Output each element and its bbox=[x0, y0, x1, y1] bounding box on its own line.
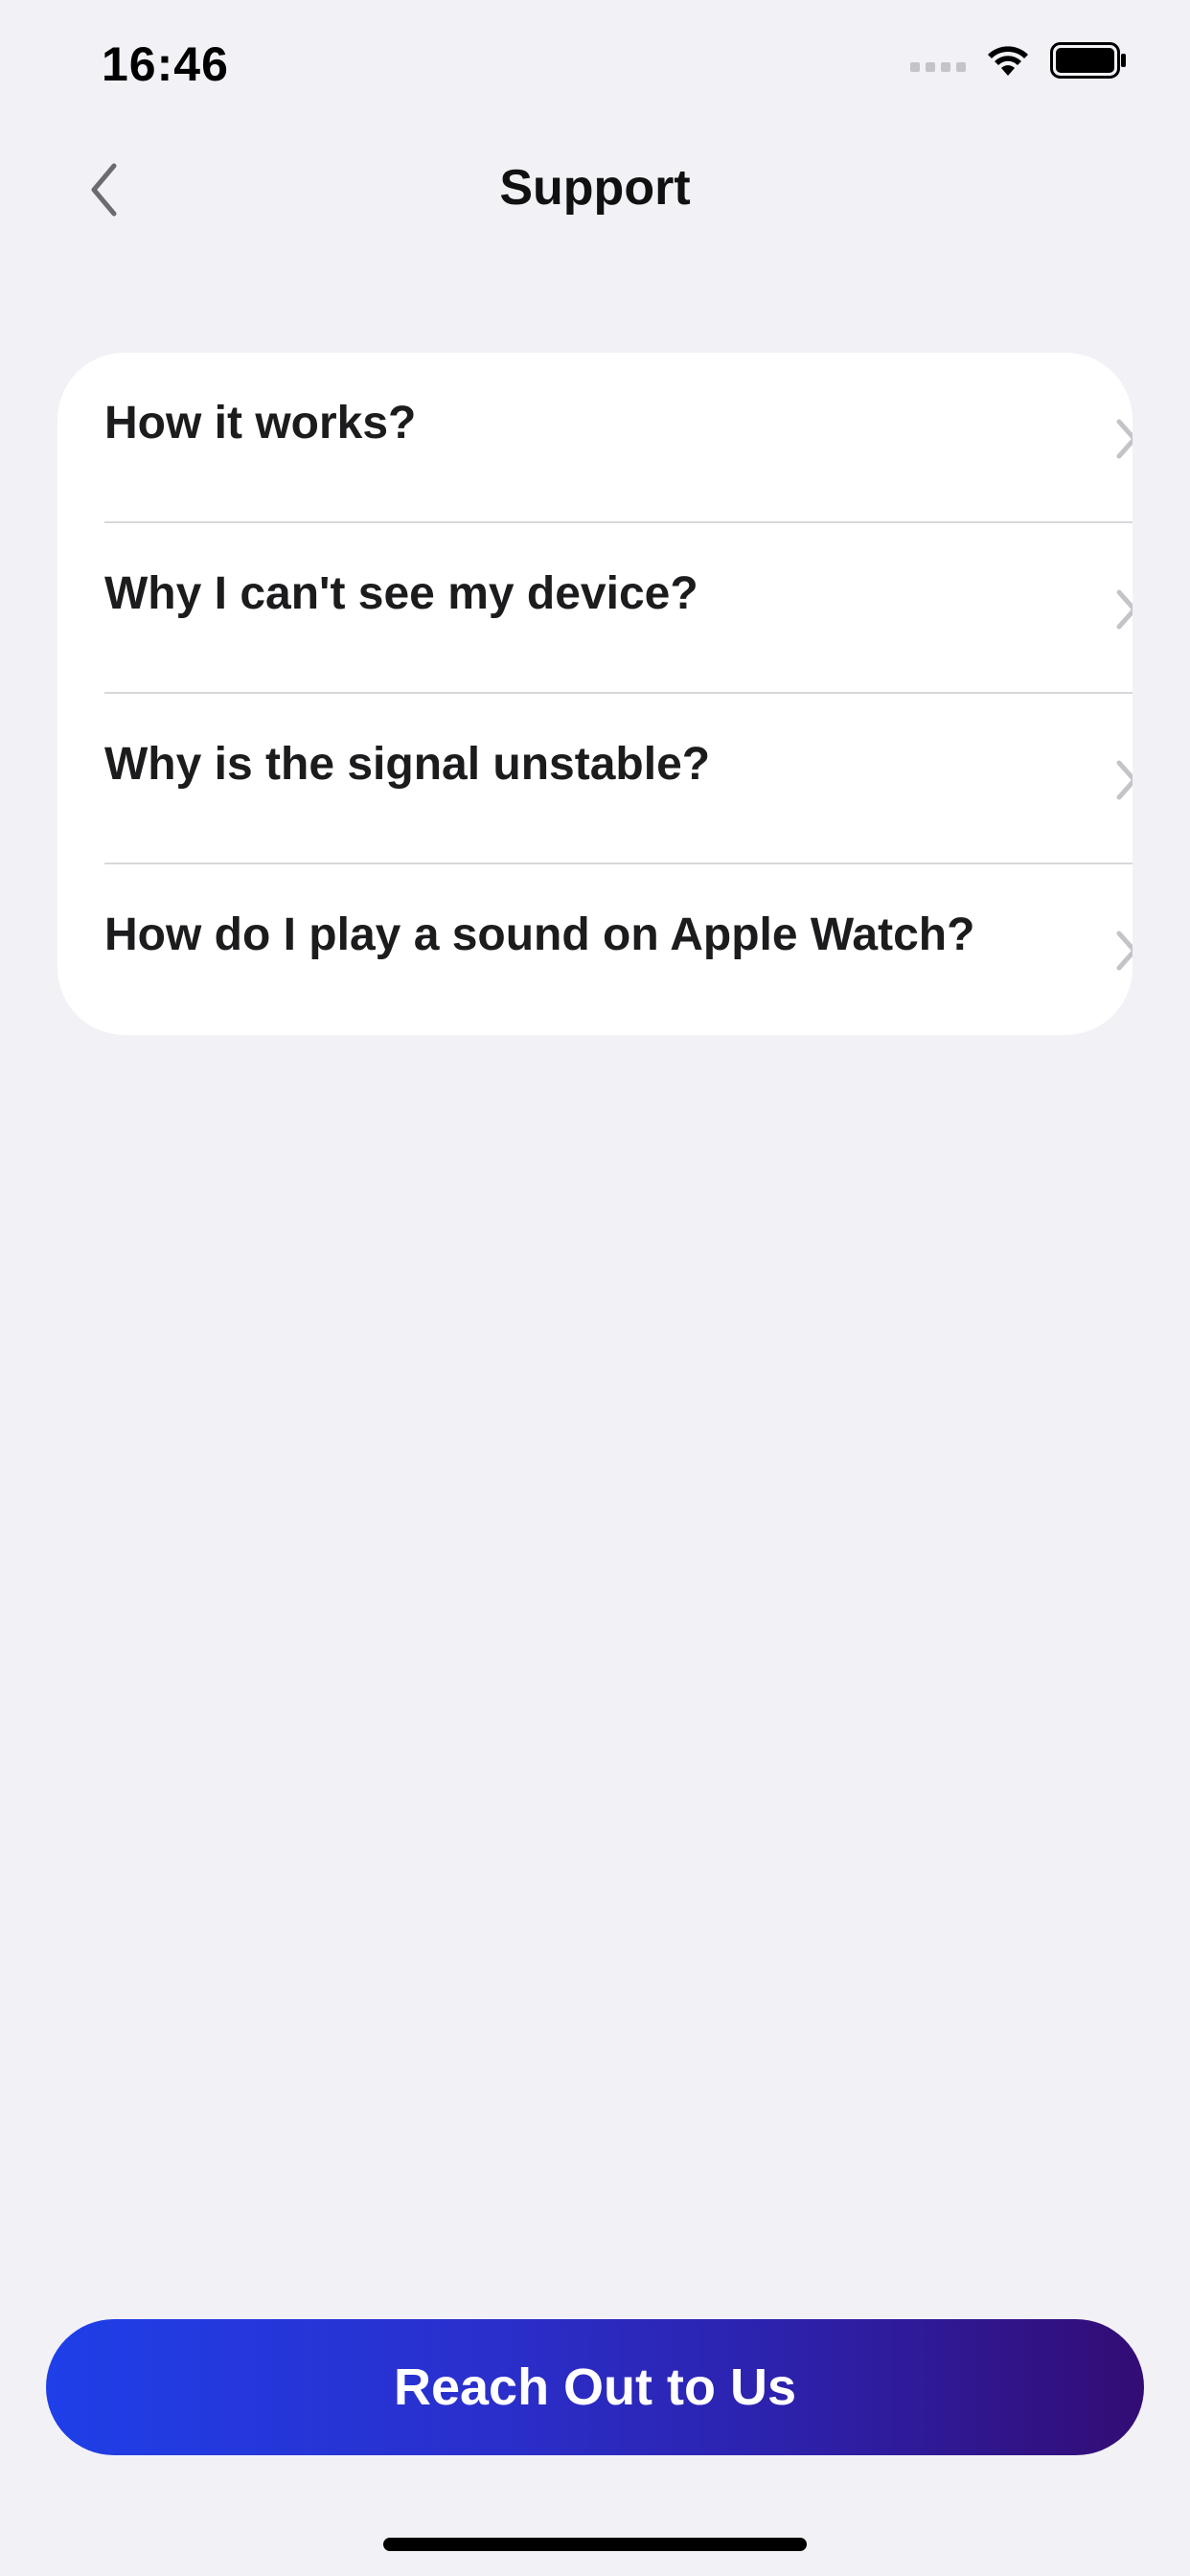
page-title: Support bbox=[499, 160, 691, 216]
home-indicator[interactable] bbox=[383, 2538, 807, 2551]
wifi-icon bbox=[988, 46, 1028, 76]
faq-item-label: Why I can't see my device? bbox=[104, 568, 698, 619]
chevron-right-icon bbox=[1116, 760, 1133, 800]
faq-item-play-sound-apple-watch[interactable]: How do I play a sound on Apple Watch? bbox=[57, 864, 1133, 1035]
status-time: 16:46 bbox=[102, 37, 229, 91]
faq-item-cant-see-device[interactable]: Why I can't see my device? bbox=[57, 523, 1133, 694]
faq-item-signal-unstable[interactable]: Why is the signal unstable? bbox=[57, 694, 1133, 864]
battery-icon bbox=[1050, 42, 1126, 79]
faq-item-how-it-works[interactable]: How it works? bbox=[57, 353, 1133, 523]
faq-item-label: How it works? bbox=[104, 398, 417, 448]
chevron-right-icon bbox=[1116, 931, 1133, 971]
chevron-right-icon bbox=[1116, 419, 1133, 459]
faq-item-label: How do I play a sound on Apple Watch? bbox=[104, 909, 975, 960]
faq-list: How it works? Why I can't see my device?… bbox=[57, 353, 1133, 1035]
chevron-right-icon bbox=[1116, 589, 1133, 630]
cellular-signal-icon bbox=[910, 62, 966, 72]
reach-out-button[interactable]: Reach Out to Us bbox=[46, 2319, 1144, 2455]
status-icons bbox=[910, 42, 1127, 79]
faq-item-label: Why is the signal unstable? bbox=[104, 739, 711, 790]
